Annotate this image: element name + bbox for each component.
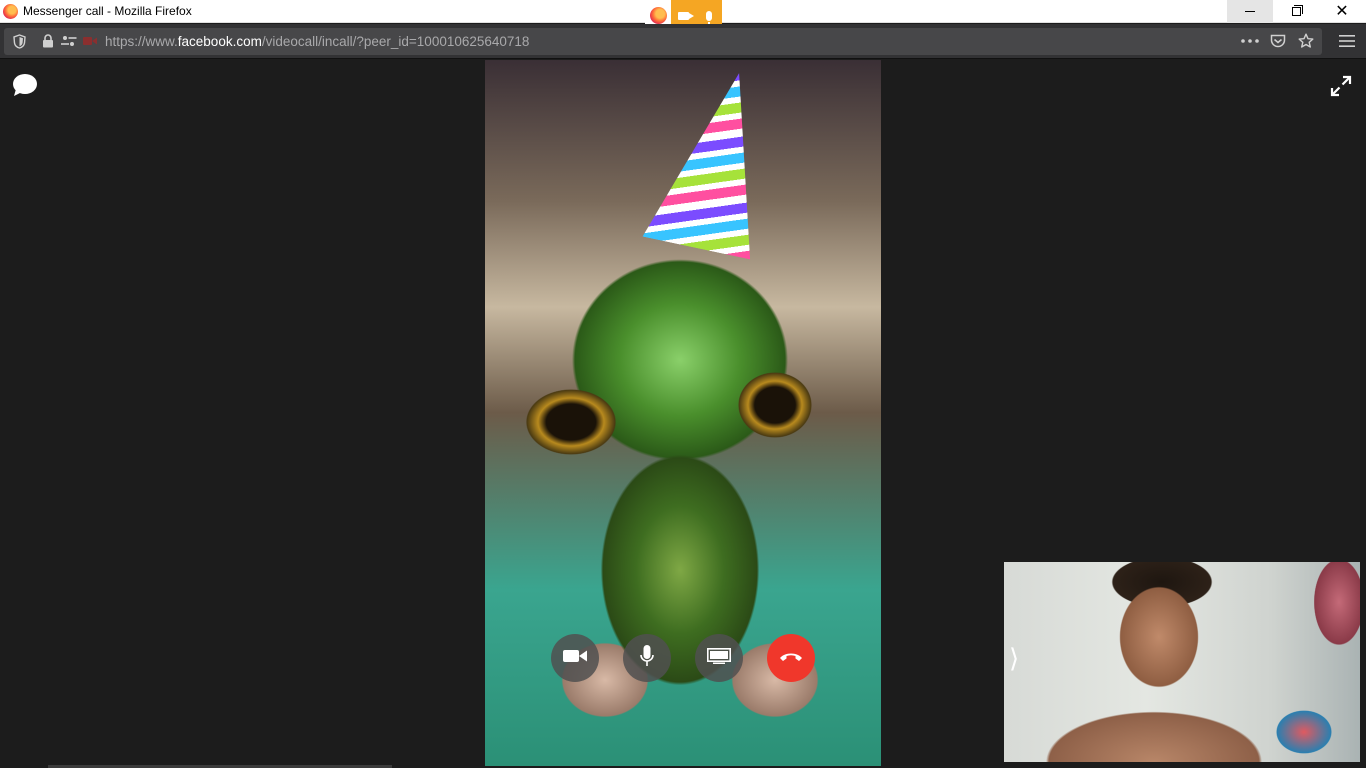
navigation-toolbar: https://www.facebook.com/videocall/incal…: [0, 24, 1366, 59]
lock-icon[interactable]: [42, 33, 54, 49]
toggle-microphone-button[interactable]: [623, 634, 671, 682]
share-screen-button[interactable]: [695, 634, 743, 682]
firefox-logo-icon: [3, 4, 18, 19]
collapse-self-view-chevron-icon[interactable]: ⟩: [1009, 646, 1019, 672]
close-icon: ✕: [1335, 2, 1349, 20]
call-controls: [551, 634, 816, 682]
page-actions-ellipsis-icon[interactable]: [1241, 33, 1259, 49]
permissions-icon[interactable]: [61, 33, 77, 49]
screen-share-icon: [707, 647, 731, 669]
bookmark-star-icon[interactable]: [1298, 33, 1314, 49]
self-view-video[interactable]: ⟩: [1004, 562, 1360, 762]
firefox-icon: [649, 7, 667, 24]
minimize-button[interactable]: [1227, 0, 1273, 23]
url-prefix: https://www.: [105, 34, 178, 49]
camera-permission-icon[interactable]: [83, 33, 97, 49]
url-text[interactable]: https://www.facebook.com/videocall/incal…: [105, 34, 529, 50]
minimize-icon: [1245, 11, 1255, 12]
party-hat-filter: [642, 61, 787, 260]
hamburger-menu-icon[interactable]: [1339, 33, 1355, 49]
toggle-video-button[interactable]: [551, 634, 599, 682]
url-path: /videocall/incall/?peer_id=1000106256407…: [261, 34, 530, 49]
end-call-button[interactable]: [767, 634, 815, 682]
video-camera-icon: [563, 649, 587, 668]
fullscreen-icon[interactable]: [1330, 75, 1352, 97]
close-button[interactable]: ✕: [1319, 0, 1365, 23]
restore-button[interactable]: [1273, 0, 1319, 23]
pocket-icon[interactable]: [1270, 33, 1286, 49]
url-domain: facebook.com: [177, 34, 262, 49]
camera-icon: [678, 11, 695, 20]
chat-bubble-icon[interactable]: [12, 73, 38, 97]
tracking-protection-shield-icon[interactable]: [13, 33, 26, 49]
window-titlebar: Messenger call - Mozilla Firefox ✕: [0, 0, 1366, 31]
restore-icon: [1291, 5, 1303, 16]
microphone-icon: [640, 644, 654, 672]
window-title: Messenger call - Mozilla Firefox: [23, 4, 192, 18]
microphone-icon: [706, 10, 713, 25]
hang-up-icon: [779, 649, 803, 667]
